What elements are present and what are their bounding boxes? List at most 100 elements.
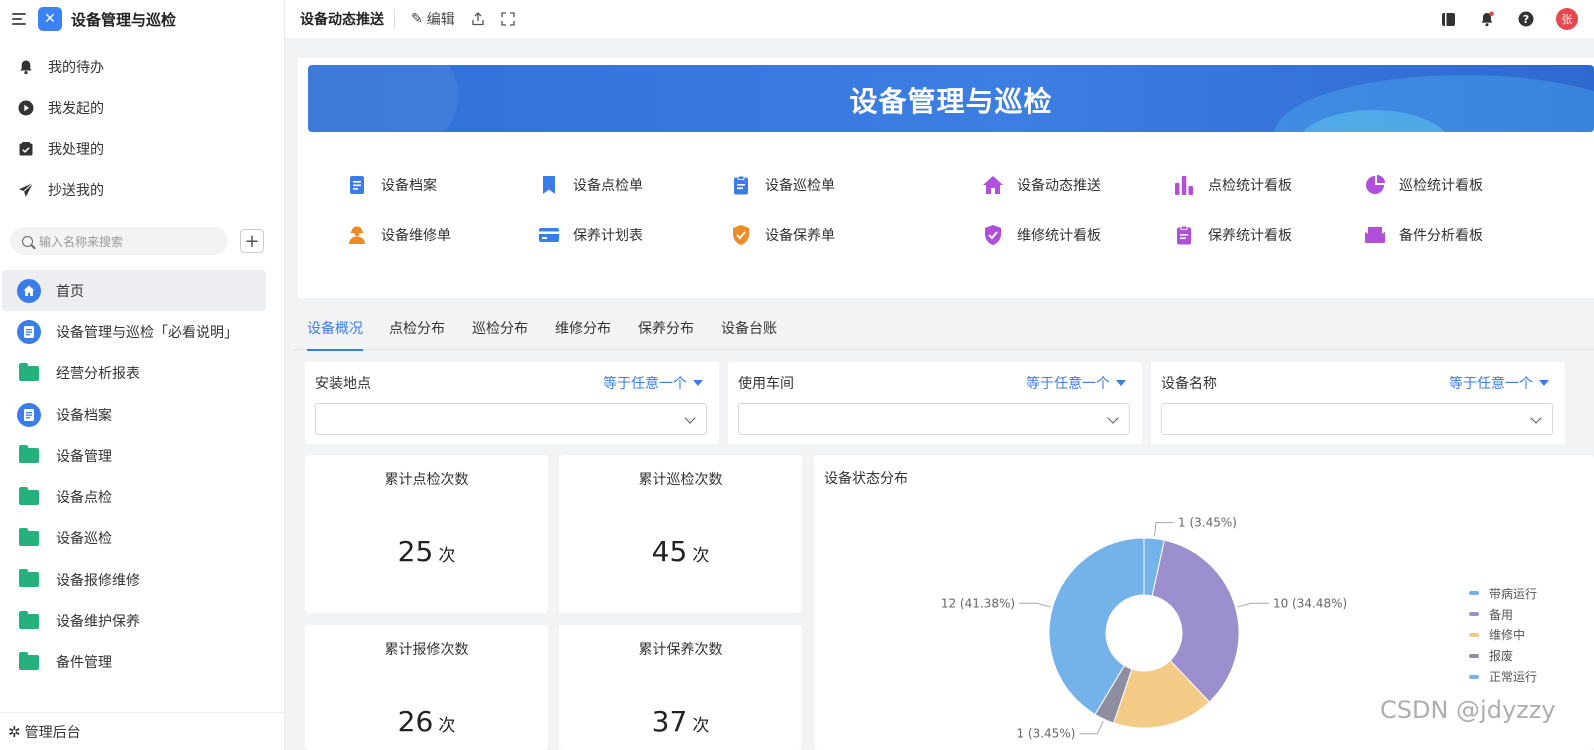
stat-value: 25 次 <box>305 535 548 568</box>
tree-item-reports[interactable]: 经营分析报表 <box>2 353 266 394</box>
quick-item-handled[interactable]: 我处理的 <box>0 128 284 169</box>
tab-overview[interactable]: 设备概况 <box>307 318 363 351</box>
tree-item-label: 首页 <box>56 283 84 300</box>
tree-item-archive[interactable]: 设备档案 <box>2 394 266 435</box>
legend-item[interactable]: 报废 <box>1469 645 1537 666</box>
search-input[interactable]: 输入名称来搜索 <box>10 227 228 255</box>
legend-item[interactable]: 维修中 <box>1469 625 1537 646</box>
app-title: 设备管理与巡检 <box>71 10 177 29</box>
tree-item-maintenance[interactable]: 设备维护保养 <box>2 600 266 641</box>
edit-button[interactable]: ✎ 编辑 <box>411 9 455 29</box>
quick-item-label: 抄送我的 <box>48 182 104 199</box>
bell-icon <box>17 58 35 76</box>
chart-legend: 带病运行 备用 维修中 报废 正常运行 <box>1469 583 1537 687</box>
nav-label: 维修统计看板 <box>1017 228 1101 244</box>
nav-label: 设备动态推送 <box>1017 178 1101 194</box>
nav-label: 保养统计看板 <box>1208 228 1292 244</box>
filter-select[interactable] <box>315 403 707 435</box>
nav-label: 点检统计看板 <box>1208 178 1292 194</box>
notification-icon[interactable] <box>1478 10 1496 28</box>
stat-unit: 次 <box>692 546 710 566</box>
tab-maintenance[interactable]: 保养分布 <box>638 318 694 349</box>
quick-item-cc[interactable]: 抄送我的 <box>0 169 284 210</box>
nav-spare-parts-board[interactable]: 备件分析看板 <box>1364 224 1483 246</box>
legend-item[interactable]: 带病运行 <box>1469 583 1537 604</box>
tree-item-home[interactable]: 首页 <box>2 270 266 312</box>
nav-repair-board[interactable]: 维修统计看板 <box>982 224 1101 246</box>
tree-item-spare-parts[interactable]: 备件管理 <box>2 642 266 683</box>
legend-label: 备用 <box>1489 607 1514 622</box>
nav-label: 设备保养单 <box>765 228 835 244</box>
tree-item-label: 设备管理与巡检「必看说明」 <box>56 324 238 341</box>
quick-item-label: 我的待办 <box>48 59 104 76</box>
nav-repair-form[interactable]: 设备维修单 <box>346 224 451 246</box>
shield-check-icon <box>730 224 752 246</box>
search-row: 输入名称来搜索 + <box>0 210 284 262</box>
nav-inspection-board[interactable]: 巡检统计看板 <box>1364 174 1483 196</box>
nav-inspection-form[interactable]: 设备巡检单 <box>730 174 835 196</box>
bookmark-icon <box>538 174 560 196</box>
filter-operator[interactable]: 等于任意一个 <box>1449 373 1549 393</box>
fullscreen-button[interactable] <box>501 12 515 26</box>
nav-maintenance-form[interactable]: 设备保养单 <box>730 224 835 246</box>
share-button[interactable] <box>471 12 485 26</box>
tree-item-repair[interactable]: 设备报修维修 <box>2 559 266 600</box>
filter-operator[interactable]: 等于任意一个 <box>603 373 703 393</box>
pie-data-label: 1 (3.45%) <box>1016 727 1075 741</box>
avatar[interactable]: 张 <box>1556 8 1578 30</box>
add-button[interactable]: + <box>240 229 264 253</box>
folder-icon <box>17 609 41 633</box>
filter-select[interactable] <box>738 403 1130 435</box>
stat-number: 25 <box>397 535 434 568</box>
stat-title: 累计保养次数 <box>638 642 723 658</box>
clipboard-icon <box>730 174 752 196</box>
tree-item-label: 设备档案 <box>56 407 112 424</box>
legend-item[interactable]: 备用 <box>1469 604 1537 625</box>
nav-spot-check-board[interactable]: 点检统计看板 <box>1173 174 1292 196</box>
filter-operator[interactable]: 等于任意一个 <box>1026 373 1126 393</box>
stat-unit: 次 <box>438 716 456 736</box>
chevron-down-icon <box>1530 412 1542 424</box>
tree-item-spot-check[interactable]: 设备点检 <box>2 476 266 517</box>
legend-item[interactable]: 正常运行 <box>1469 666 1537 687</box>
caret-down-icon <box>1116 380 1126 386</box>
filter-select[interactable] <box>1161 403 1553 435</box>
nav-device-archive[interactable]: 设备档案 <box>346 174 437 196</box>
quick-item-started[interactable]: 我发起的 <box>0 87 284 128</box>
app-logo-icon: ✕ <box>38 7 62 31</box>
stat-number: 45 <box>651 535 688 568</box>
nav-card: 设备管理与巡检 设备档案 设备点检单 设备巡检单 设备动态推送 点检统计看板 巡… <box>298 58 1594 298</box>
quick-item-todo[interactable]: 我的待办 <box>0 46 284 87</box>
tab-inspection[interactable]: 巡检分布 <box>472 318 528 349</box>
menu-icon[interactable] <box>12 13 26 25</box>
folder-icon <box>17 526 41 550</box>
envelope-icon <box>1364 224 1386 246</box>
help-icon[interactable]: ? <box>1517 10 1535 28</box>
nav-label: 保养计划表 <box>573 228 643 244</box>
admin-label: 管理后台 <box>24 724 81 741</box>
tree-item-device-mgmt[interactable]: 设备管理 <box>2 435 266 476</box>
tree-item-label: 设备维护保养 <box>56 614 140 631</box>
nav-maintenance-plan[interactable]: 保养计划表 <box>538 224 643 246</box>
tree-item-guide[interactable]: 设备管理与巡检「必看说明」 <box>2 311 266 352</box>
tree-item-inspection[interactable]: 设备巡检 <box>2 518 266 559</box>
nav-dynamic-push[interactable]: 设备动态推送 <box>982 174 1101 196</box>
notebook-icon[interactable] <box>1439 10 1457 28</box>
pie-label-leader <box>1237 602 1269 608</box>
document-icon <box>346 174 368 196</box>
tab-spot-check[interactable]: 点检分布 <box>389 318 445 349</box>
tab-ledger[interactable]: 设备台账 <box>721 318 777 349</box>
admin-link[interactable]: ✲ 管理后台 <box>0 712 284 750</box>
nav-label: 设备档案 <box>381 178 437 194</box>
stat-unit: 次 <box>438 546 456 566</box>
tree-item-label: 设备管理 <box>56 448 112 465</box>
pie-label-leader <box>1153 522 1175 537</box>
chevron-down-icon <box>1107 412 1119 424</box>
nav-spot-check-form[interactable]: 设备点检单 <box>538 174 643 196</box>
tab-repair[interactable]: 维修分布 <box>555 318 611 349</box>
search-icon <box>22 235 33 247</box>
stat-value: 26 次 <box>305 705 548 738</box>
nav-maintenance-board[interactable]: 保养统计看板 <box>1173 224 1292 246</box>
legend-swatch <box>1469 612 1479 617</box>
quick-links: 我的待办 我发起的 我处理的 抄送我的 <box>0 38 284 210</box>
